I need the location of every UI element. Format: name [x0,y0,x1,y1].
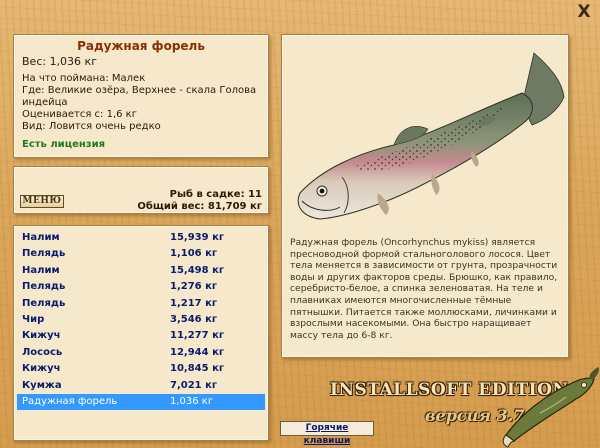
catch-list-item[interactable]: Чир 3,546 кг [17,312,265,328]
catch-fish-name: Пелядь [22,297,66,309]
catch-list-item[interactable]: Пелядь 1,106 кг [17,246,265,262]
cage-fish-count: Рыб в садке: 11 [169,189,262,200]
catch-fish-weight: 11,277 кг [170,330,225,342]
catch-fish-name: Налим [22,232,60,243]
catch-fish-weight: 3,546 кг [170,313,218,325]
fish-bait: На что поймана: Малек [22,73,146,84]
fish-details-panel: Радужная форель (Oncorhynchus mykiss) яв… [281,34,569,358]
catch-rows: Налим 15,939 кг Пелядь 1,106 кг Налим 15,498 … [17,230,265,411]
catch-fish-name: Пелядь [22,281,66,293]
catch-fish-name: Кумжа [22,379,62,391]
fish-location: Где: Великие озёра, Верхнее - скала Голо… [22,85,257,108]
fish-valued: Оценивается с: 1,6 кг [22,109,137,120]
hotkeys-button[interactable]: Горячие клавиши [280,421,374,446]
close-icon[interactable]: X [575,3,593,21]
catch-fish-name: Лосось [22,346,63,358]
catch-fish-weight: 1,276 кг [170,281,218,293]
fish-info-panel: Радужная форель Вес: 1,036 кг На что пой… [13,34,269,158]
catch-list: Налим 15,939 кг Пелядь 1,106 кг Налим 15,498 … [13,225,269,441]
catch-fish-weight: 15,498 кг [170,264,225,276]
catch-list-item[interactable]: Налим 15,939 кг [17,230,265,246]
catch-fish-name: Пелядь [22,248,66,260]
fish-title: Радужная форель [77,39,205,53]
cage-panel: МЕНЮ Рыб в садке: 11 Общий вес: 81,709 к… [13,166,269,214]
catch-list-item[interactable]: Кумжа 7,021 кг [17,378,265,394]
catch-list-item[interactable]: Пелядь 1,276 кг [17,279,265,295]
catch-fish-name: Кижуч [22,363,61,375]
license-status: Есть лицензия [22,139,106,150]
catch-fish-name: Радужная форель [22,395,118,407]
catch-fish-weight: 1,106 кг [170,248,218,260]
catch-fish-name: Кижуч [22,330,61,342]
catch-list-item[interactable]: Лосось 12,944 кг [17,345,265,361]
pike-fish-icon [502,367,599,448]
rainbow-trout-image [297,52,565,220]
catch-fish-weight: 7,021 кг [170,379,218,391]
catch-fish-name: Чир [22,313,45,325]
catch-list-item[interactable]: Пелядь 1,217 кг [17,296,265,312]
catch-list-item[interactable]: Кижуч 10,845 кг [17,361,265,377]
fish-weight: Вес: 1,036 кг [22,55,97,68]
catch-fish-weight: 12,944 кг [170,346,225,358]
catch-fish-weight: 1,217 кг [170,297,218,309]
cage-total-weight: Общий вес: 81,709 кг [137,201,262,212]
fish-rarity: Вид: Ловится очень редко [22,121,161,132]
cage-stats: Рыб в садке: 11 Общий вес: 81,709 кг [137,189,262,213]
catch-list-item[interactable]: Налим 15,498 кг [17,263,265,279]
catch-fish-name: Налим [22,264,60,276]
catch-fish-weight: 15,939 кг [170,232,225,243]
catch-list-item[interactable]: Радужная форель 1,036 кг [17,393,265,411]
fish-description: Радужная форель (Oncorhynchus mykiss) яв… [290,237,558,341]
menu-button[interactable]: МЕНЮ [20,195,64,208]
catch-fish-weight: 10,845 кг [170,363,225,375]
catch-fish-weight: 1,036 кг [170,395,214,407]
catch-list-item[interactable]: Кижуч 11,277 кг [17,328,265,344]
